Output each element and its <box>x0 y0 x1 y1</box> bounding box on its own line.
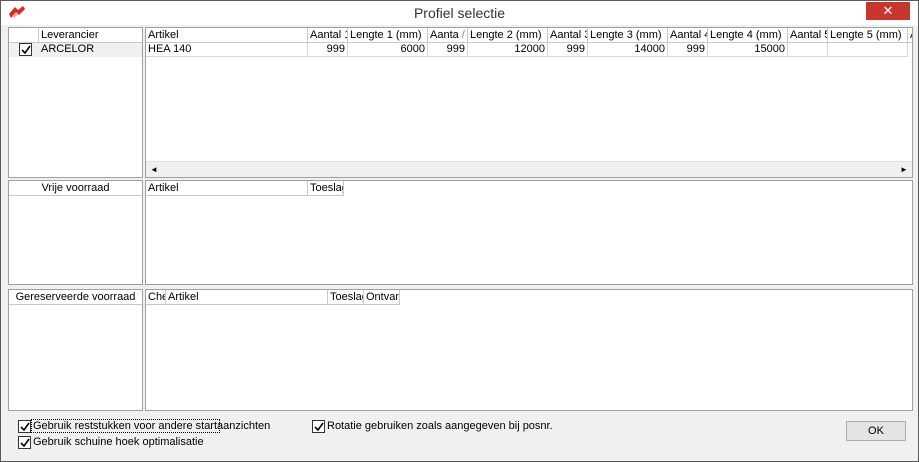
cell-aantal-4: 999 <box>668 43 708 57</box>
titlebar: Profiel selectie ✕ <box>1 1 918 25</box>
free-col-toeslag[interactable]: Toeslag <box>308 181 344 196</box>
supplier-row[interactable]: ARCELOR <box>9 43 142 57</box>
cell-lengte-3: 14000 <box>588 43 668 57</box>
rotation-label: Rotatie gebruiken zoals aangegeven bij p… <box>327 420 553 432</box>
reserved-col-che[interactable]: Che <box>146 290 166 305</box>
cell-aantal-5 <box>788 43 828 57</box>
col-lengte-3[interactable]: Lengte 3 (mm) <box>588 28 668 43</box>
col-lengte-1[interactable]: Lengte 1 (mm) <box>348 28 428 43</box>
col-aantal-3[interactable]: Aantal 3 <box>548 28 588 43</box>
cell-lengte-4: 15000 <box>708 43 788 57</box>
col-aantal-5[interactable]: Aantal 5 <box>788 28 828 43</box>
profile-selection-window: Profiel selectie ✕ Leverancier ARCELOR A… <box>0 0 919 462</box>
close-button[interactable]: ✕ <box>866 2 910 20</box>
cell-lengte-2: 12000 <box>468 43 548 57</box>
checkmark-icon <box>314 422 324 432</box>
horizontal-scrollbar[interactable]: ◄ ► <box>146 161 912 177</box>
checkmark-icon <box>21 45 31 55</box>
supplier-header[interactable]: Leverancier <box>39 28 142 43</box>
scroll-left-icon[interactable]: ◄ <box>146 162 162 177</box>
col-aantal-4[interactable]: Aantal 4 <box>668 28 708 43</box>
rotation-checkbox[interactable] <box>312 420 325 433</box>
free-stock-side-panel: Vrije voorraad <box>8 180 143 285</box>
supplier-checkbox[interactable] <box>19 43 32 56</box>
col-aantal-2[interactable]: Aanta / <box>428 28 468 43</box>
reserved-stock-label: Gereserveerde voorraad <box>9 290 142 305</box>
reserved-col-ontvang[interactable]: Ontvang <box>364 290 400 305</box>
col-overflow[interactable]: A <box>908 28 912 43</box>
col-lengte-2[interactable]: Lengte 2 (mm) <box>468 28 548 43</box>
remnants-checkbox[interactable] <box>18 420 31 433</box>
col-aantal-1[interactable]: Aantal 1 <box>308 28 348 43</box>
scroll-right-icon[interactable]: ► <box>896 162 912 177</box>
free-stock-grid: Artikel Toeslag <box>145 180 913 285</box>
ok-button[interactable]: OK <box>846 421 906 441</box>
checkmark-icon <box>20 422 30 432</box>
close-icon: ✕ <box>882 3 894 18</box>
cell-aantal-3: 999 <box>548 43 588 57</box>
cell-aantal-1: 999 <box>308 43 348 57</box>
reserved-col-toeslag[interactable]: Toeslag <box>328 290 364 305</box>
cell-lengte-5 <box>828 43 908 57</box>
col-lengte-4[interactable]: Lengte 4 (mm) <box>708 28 788 43</box>
reserved-stock-side-panel: Gereserveerde voorraad <box>8 289 143 411</box>
supplier-panel: Leverancier ARCELOR <box>8 27 143 178</box>
col-lengte-5[interactable]: Lengte 5 (mm) <box>828 28 908 43</box>
oblique-option[interactable]: Gebruik schuine hoek optimalisatie <box>18 436 204 450</box>
col-artikel[interactable]: Artikel <box>146 28 308 43</box>
cell-aantal-2: 999 <box>428 43 468 57</box>
rotation-option[interactable]: Rotatie gebruiken zoals aangegeven bij p… <box>312 420 553 434</box>
reserved-col-artikel[interactable]: Artikel <box>166 290 328 305</box>
free-stock-label: Vrije voorraad <box>9 181 142 196</box>
cell-artikel: HEA 140 <box>146 43 308 57</box>
remnants-option[interactable]: Gebruik reststukken voor andere startaan… <box>18 419 270 434</box>
sort-icon: / <box>461 29 465 41</box>
free-col-artikel[interactable]: Artikel <box>146 181 308 196</box>
oblique-label: Gebruik schuine hoek optimalisatie <box>33 436 204 448</box>
remnants-label: Gebruik reststukken voor andere startaan… <box>33 420 271 432</box>
cell-lengte-1: 6000 <box>348 43 428 57</box>
reserved-stock-grid: Che Artikel Toeslag Ontvang <box>145 289 913 411</box>
table-row[interactable]: HEA 140 999 6000 999 12000 999 14000 999… <box>146 43 912 57</box>
oblique-checkbox[interactable] <box>18 436 31 449</box>
profiles-grid: Artikel Aantal 1 Lengte 1 (mm) Aanta / Le… <box>145 27 913 178</box>
checkmark-icon <box>20 438 30 448</box>
supplier-check-header[interactable] <box>9 28 39 43</box>
supplier-name: ARCELOR <box>41 43 95 55</box>
window-title: Profiel selectie <box>413 5 506 21</box>
